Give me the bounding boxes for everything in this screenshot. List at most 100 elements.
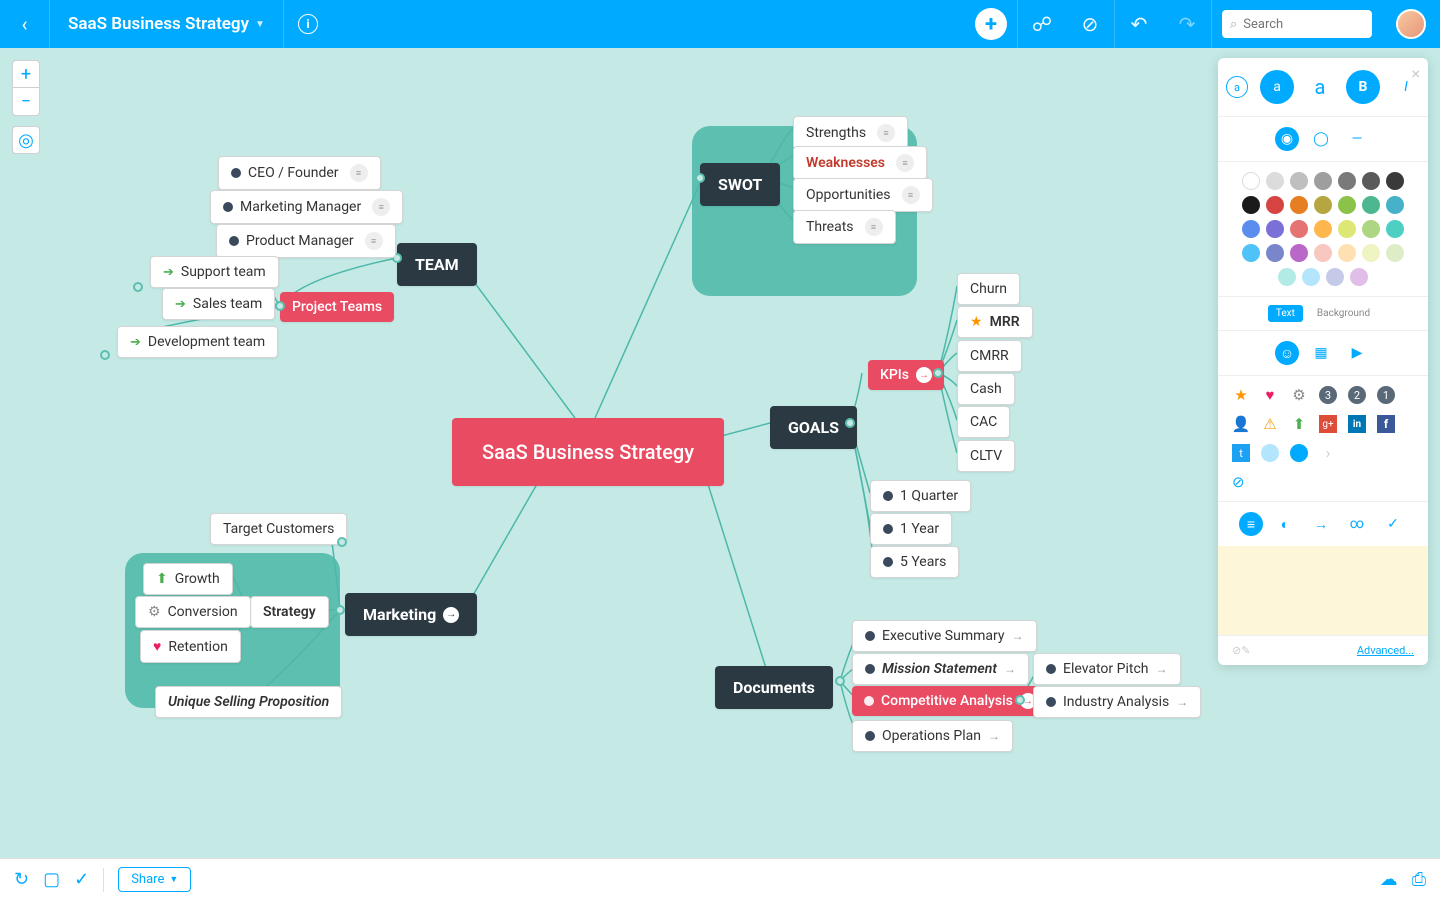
notes-area[interactable] [1218,546,1428,636]
user-avatar[interactable] [1396,9,1426,39]
print-button[interactable]: ⎙ [1412,869,1426,890]
document-title[interactable]: SaaS Business Strategy ▼ [50,0,284,48]
fill-style-button[interactable]: ◉ [1275,127,1299,151]
person-icon[interactable]: 👤 [1232,415,1250,433]
check-button[interactable]: ✓ [74,869,89,890]
block-tool[interactable]: ⊘ [1066,0,1114,48]
color-swatch[interactable] [1290,196,1308,214]
more-icons-button[interactable]: › [1319,444,1337,462]
note-link-button[interactable]: ∞ [1343,510,1371,538]
color-swatch[interactable] [1314,244,1332,262]
doc-item[interactable]: Operations Plan→ [852,720,1013,752]
linkedin-icon[interactable]: in [1348,415,1366,433]
color-swatch[interactable] [1314,172,1332,190]
color-swatch[interactable] [1290,220,1308,238]
up-arrow-icon[interactable]: ⬆ [1290,415,1308,433]
color-swatch[interactable] [1386,172,1404,190]
warning-icon[interactable]: ⚠ [1261,415,1279,433]
team-person[interactable]: Marketing Manager≡ [210,190,403,224]
block-icon[interactable]: ⊘ [1232,473,1414,491]
color-swatch[interactable] [1326,268,1344,286]
swot-item[interactable]: Strengths≡ [793,116,908,150]
present-button[interactable]: ▢ [43,869,60,890]
zoom-out-button[interactable]: − [12,88,40,116]
expand-icon[interactable]: ≡ [372,198,390,216]
facebook-icon[interactable]: f [1377,415,1395,433]
emoji-button[interactable]: ☺ [1275,341,1299,365]
note-comment-button[interactable]: ◐ [1271,510,1299,538]
recenter-button[interactable]: ◎ [12,126,40,154]
info-button[interactable]: i [298,14,318,34]
horizon-item[interactable]: 5 Years [870,546,959,578]
team-item[interactable]: ➔Support team [150,256,279,288]
badge-3-icon[interactable]: 3 [1319,386,1337,404]
strategy-item[interactable]: ⬆Growth [143,563,233,595]
swot-item[interactable]: Weaknesses≡ [793,146,927,180]
kpi-item[interactable]: CAC [957,406,1010,438]
kpi-item[interactable]: Cash [957,373,1015,405]
team-person[interactable]: Product Manager≡ [216,224,396,258]
color-swatch[interactable] [1386,244,1404,262]
root-node[interactable]: SaaS Business Strategy [452,418,724,486]
share-button[interactable]: Share ▼ [118,867,191,892]
background-tab[interactable]: Background [1309,305,1378,322]
doc-item[interactable]: Mission Statement→ [852,653,1029,685]
documents-node[interactable]: Documents [715,666,833,709]
swot-node[interactable]: SWOT [700,163,780,206]
undo-button[interactable]: ↶ [1115,0,1163,48]
expand-icon[interactable]: ≡ [350,164,368,182]
color-swatch[interactable] [1290,244,1308,262]
team-person[interactable]: CEO / Founder≡ [218,156,381,190]
color-swatch[interactable] [1362,220,1380,238]
edit-small-icon[interactable]: ✎ [1241,644,1250,657]
connection-tool[interactable]: ☍ [1018,0,1066,48]
color-swatch[interactable] [1362,244,1380,262]
color-swatch[interactable] [1350,268,1368,286]
team-node[interactable]: TEAM [397,243,477,286]
search-field[interactable] [1243,17,1364,32]
close-panel-button[interactable]: × [1411,64,1420,83]
line-style-button[interactable]: — [1343,125,1371,153]
advanced-link[interactable]: Advanced... [1357,644,1414,657]
kpi-item[interactable]: CMRR [957,340,1022,372]
color-swatch[interactable] [1386,220,1404,238]
color-swatch[interactable] [1266,196,1284,214]
strategy-node[interactable]: Strategy [250,596,329,628]
strategy-item[interactable]: ⚙Conversion [135,596,251,628]
color-swatch[interactable] [1386,196,1404,214]
twitter-icon[interactable]: t [1232,444,1250,462]
redo-button[interactable]: ↷ [1163,0,1211,48]
heart-icon[interactable]: ♥ [1261,386,1279,404]
usp-node[interactable]: Unique Selling Proposition [155,686,342,718]
color-swatch[interactable] [1266,244,1284,262]
goals-node[interactable]: GOALS [770,406,857,449]
horizon-item[interactable]: 1 Year [870,513,952,545]
color-swatch[interactable] [1314,220,1332,238]
size-large-button[interactable]: a [1306,73,1334,101]
download-button[interactable]: ☁ [1380,869,1398,890]
gear-icon[interactable]: ⚙ [1290,386,1308,404]
color-swatch[interactable] [1266,172,1284,190]
size-small-button[interactable]: a [1226,76,1248,98]
color-swatch[interactable] [1242,196,1260,214]
note-arrow-button[interactable]: → [1307,510,1335,538]
marketing-target[interactable]: Target Customers [210,513,347,545]
expand-icon[interactable]: ≡ [902,186,920,204]
team-item[interactable]: ➔Sales team [162,288,275,320]
strategy-item[interactable]: ♥Retention [140,630,241,663]
video-button[interactable]: ▶ [1343,339,1371,367]
color-swatch[interactable] [1362,172,1380,190]
color-swatch[interactable] [1290,172,1308,190]
color-swatch[interactable] [1338,196,1356,214]
bold-button[interactable]: B [1346,70,1380,104]
expand-icon[interactable]: ≡ [365,232,383,250]
color-swatch[interactable] [1338,172,1356,190]
outline-style-button[interactable]: ◯ [1307,125,1335,153]
color-swatch[interactable] [1242,220,1260,238]
expand-icon[interactable]: ≡ [896,154,914,172]
note-check-button[interactable]: ✓ [1379,510,1407,538]
project-teams-node[interactable]: Project Teams [280,292,394,322]
kpi-item[interactable]: CLTV [957,440,1015,472]
swot-item[interactable]: Threats≡ [793,210,896,244]
doc-item[interactable]: Executive Summary→ [852,620,1037,652]
